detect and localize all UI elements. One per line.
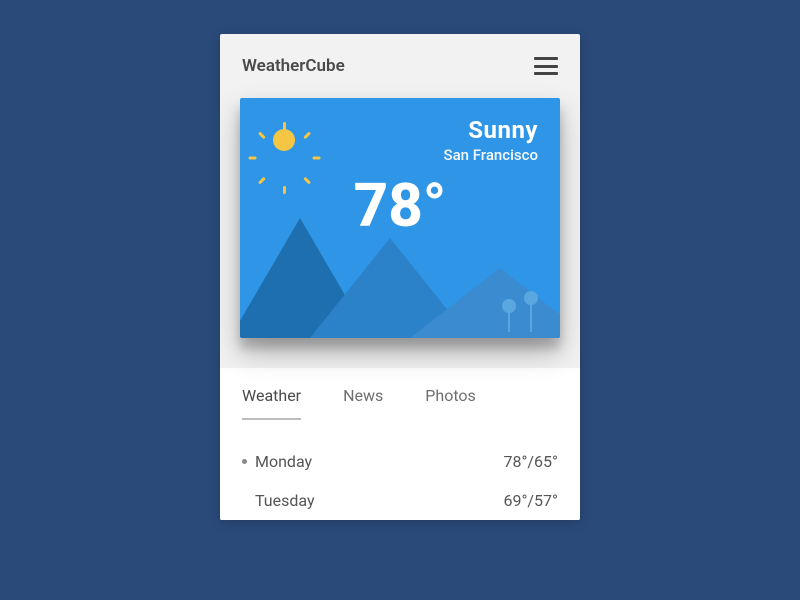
app-container: WeatherCube Sunny San Francisco 78° [220,34,580,520]
sun-icon [266,122,302,158]
forecast-temp-label: 69°/57° [503,491,558,510]
forecast-list: Monday 78°/65° Tuesday 69°/57° [242,420,558,520]
forecast-row[interactable]: Tuesday 69°/57° [242,481,558,520]
forecast-day-label: Tuesday [255,491,315,510]
tree-icon [524,291,538,332]
tab-weather[interactable]: Weather [242,386,301,419]
weather-hero-card[interactable]: Sunny San Francisco 78° [240,98,560,338]
current-day-dot-icon [242,459,247,464]
location-label: San Francisco [443,146,538,164]
app-header: WeatherCube [220,34,580,90]
condition-label: Sunny [443,116,538,144]
menu-icon[interactable] [534,57,558,75]
app-title: WeatherCube [242,56,345,76]
tab-news[interactable]: News [343,386,383,419]
forecast-row[interactable]: Monday 78°/65° [242,442,558,481]
tab-photos[interactable]: Photos [425,386,476,419]
tab-bar: Weather News Photos [242,386,558,420]
forecast-day-label: Monday [255,452,312,471]
hero-section: Sunny San Francisco 78° [220,90,580,338]
tree-icon [502,299,516,332]
content-card: Weather News Photos Monday 78°/65° Tuesd… [220,368,580,520]
forecast-temp-label: 78°/65° [503,452,558,471]
hero-text-block: Sunny San Francisco [443,116,538,164]
